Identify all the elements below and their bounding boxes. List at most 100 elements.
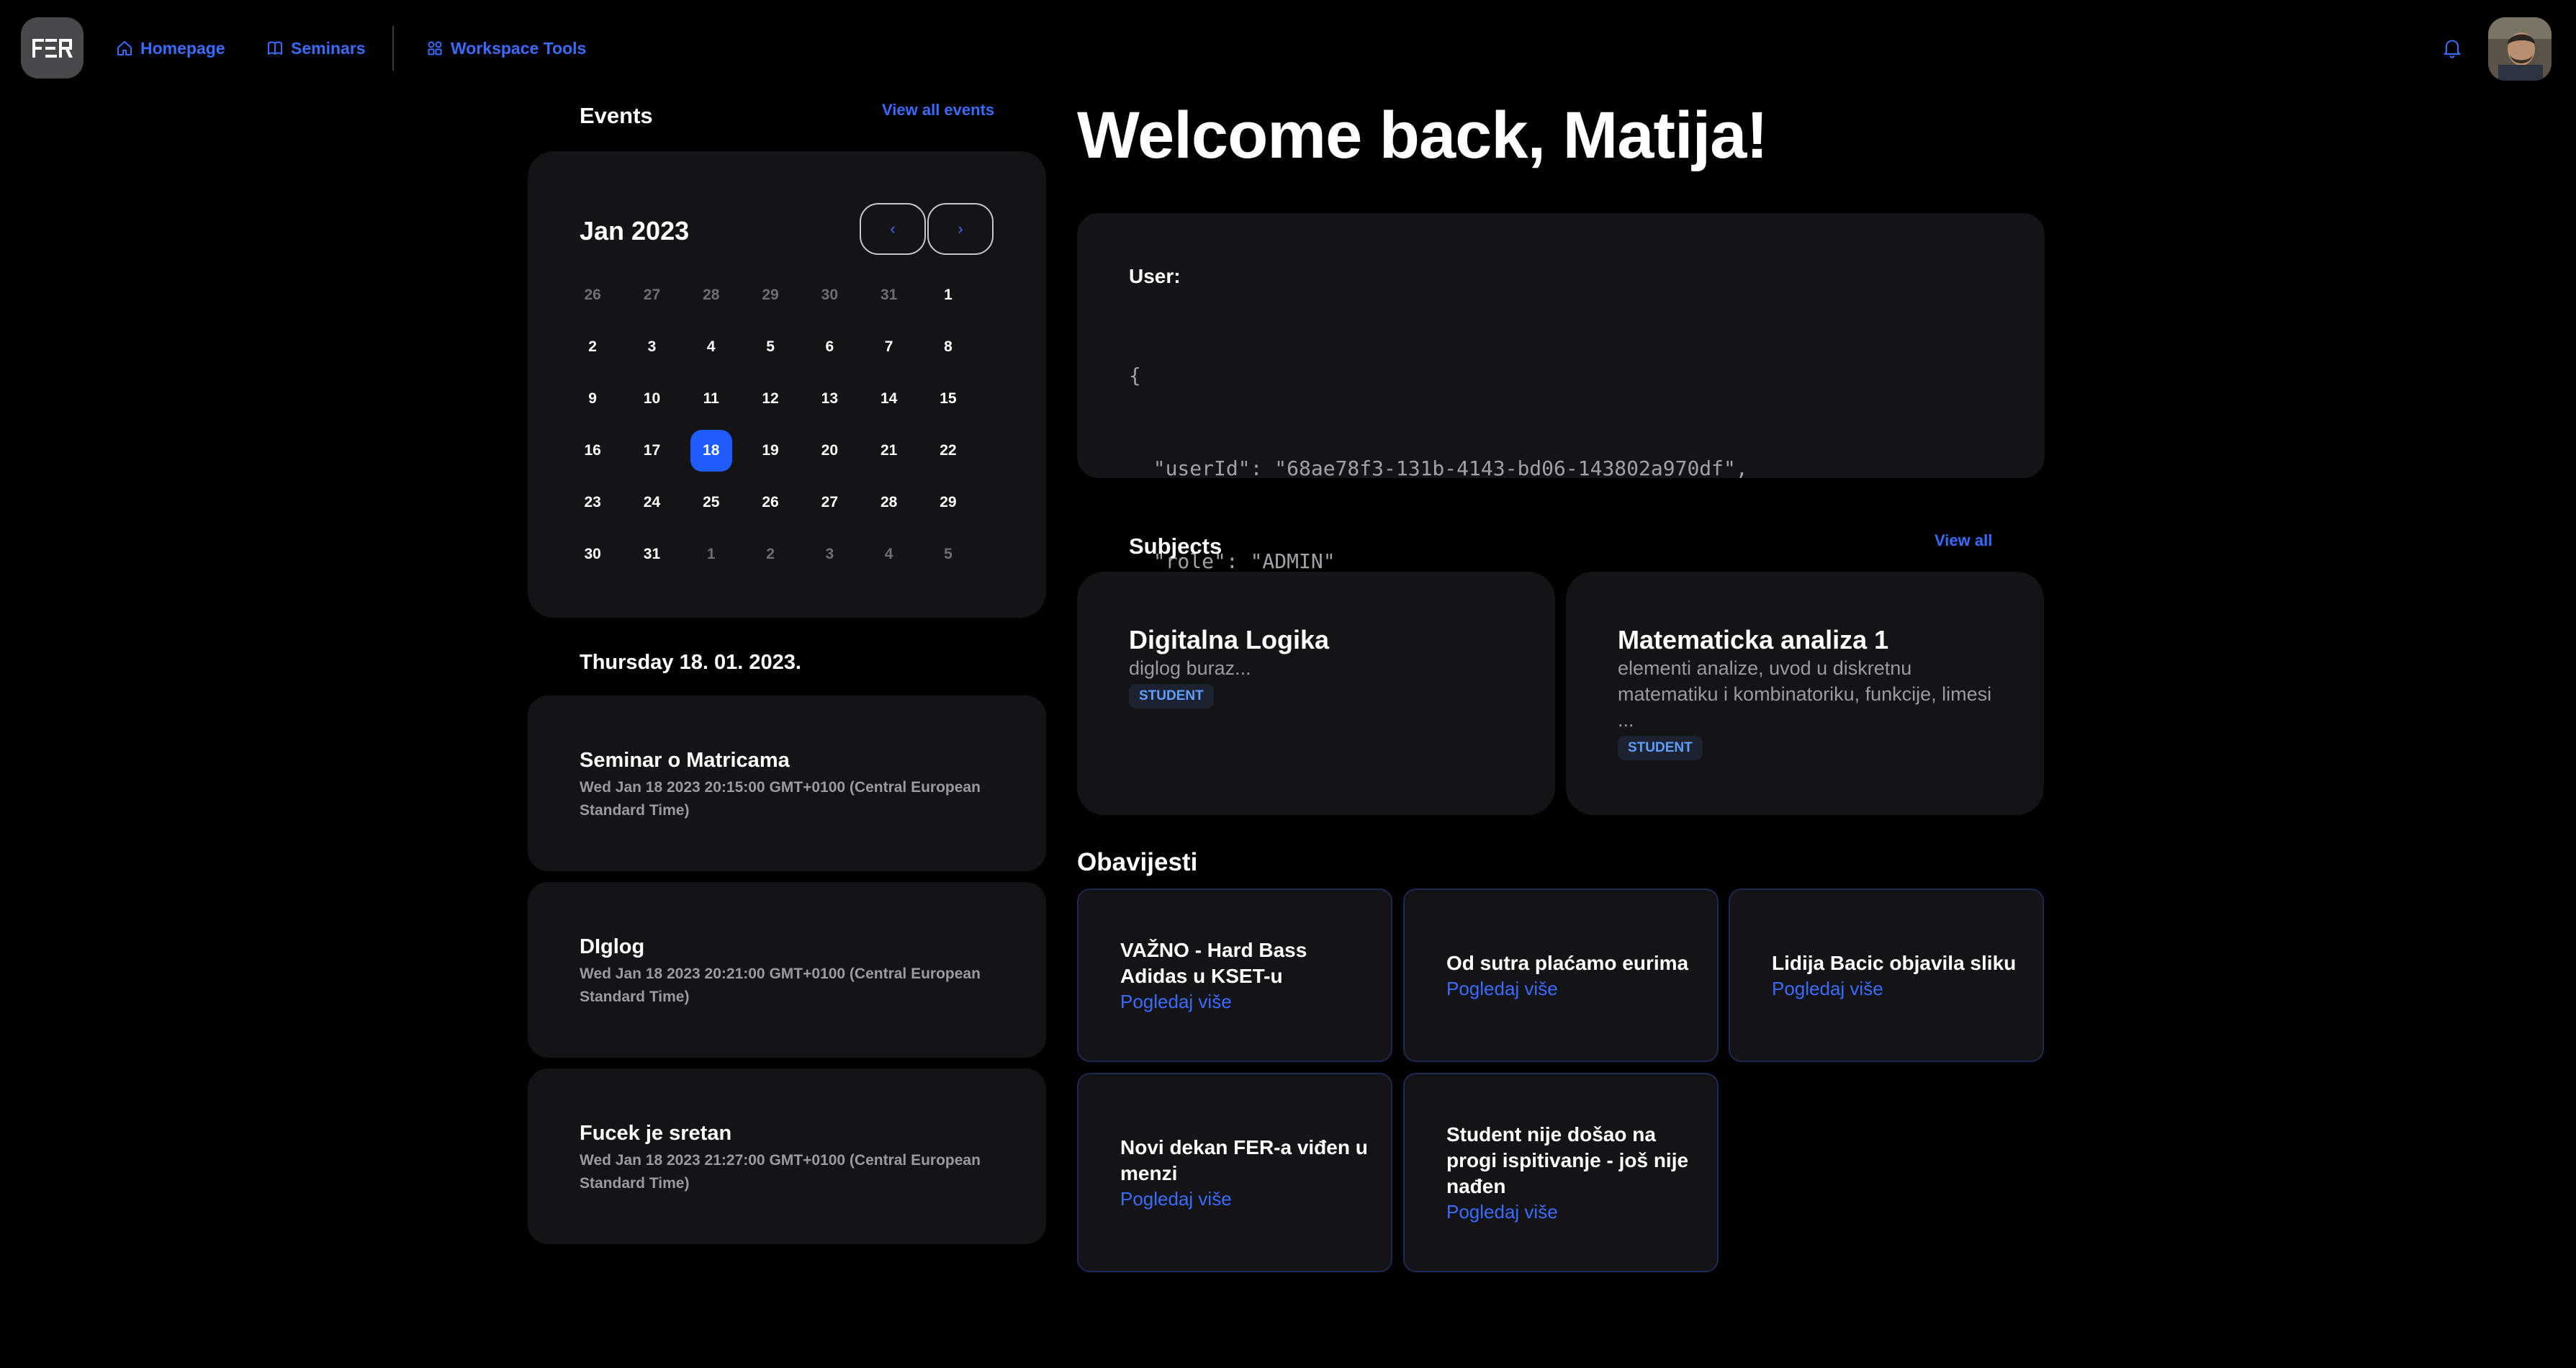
calendar-day-number: 5 [944,546,953,562]
calendar-day[interactable]: 14 [859,373,918,425]
calendar-day[interactable]: 1 [919,269,978,321]
calendar-day[interactable]: 30 [800,269,859,321]
calendar-day[interactable]: 22 [919,425,978,477]
role-badge: STUDENT [1618,736,1703,760]
calendar-day[interactable]: 28 [859,477,918,528]
user-label: User: [1129,265,1181,287]
calendar-day[interactable]: 5 [919,528,978,580]
fer-logo[interactable] [21,17,84,78]
calendar-day[interactable]: 26 [563,269,622,321]
calendar-day-selected[interactable]: 18 [682,425,741,477]
calendar-day[interactable]: 12 [741,373,800,425]
calendar-day[interactable]: 1 [682,528,741,580]
calendar-day[interactable]: 29 [741,269,800,321]
calendar-day-number: 7 [884,338,893,355]
calendar-day[interactable]: 2 [741,528,800,580]
notice-card[interactable]: Student nije došao na progi ispitivanje … [1403,1073,1719,1272]
calendar-day[interactable]: 9 [563,373,622,425]
calendar-day-number: 11 [703,390,719,407]
calendar-day[interactable]: 4 [859,528,918,580]
notice-card[interactable]: Od sutra plaćamo eurima Pogledaj više [1403,888,1719,1062]
calendar-week-row: 23 24 25 26 27 28 29 [563,477,1038,528]
nav-workspace-tools-link[interactable]: Workspace Tools [426,35,586,62]
calendar-prev-button[interactable]: ‹ [860,203,926,255]
avatar-photo [2488,17,2552,81]
calendar-day[interactable]: 5 [741,321,800,373]
calendar-day[interactable]: 27 [800,477,859,528]
calendar-day[interactable]: 19 [741,425,800,477]
bell-icon[interactable] [2442,37,2462,59]
subject-title: Digitalna Logika [1129,625,1330,654]
calendar-day[interactable]: 11 [682,373,741,425]
notice-more-link[interactable]: Pogledaj više [1120,989,1369,1014]
view-all-events-link[interactable]: View all events [882,101,994,120]
calendar-day[interactable]: 10 [622,373,681,425]
calendar-day[interactable]: 2 [563,321,622,373]
calendar-day-number: 28 [703,287,720,303]
notice-card[interactable]: Novi dekan FER-a viđen u menzi Pogledaj … [1077,1073,1392,1272]
nav-seminars-link[interactable]: Seminars [266,35,366,62]
calendar-day[interactable]: 28 [682,269,741,321]
event-time: Wed Jan 18 2023 21:27:00 GMT+0100 (Centr… [580,1152,981,1192]
calendar-day-number: 16 [584,442,601,459]
calendar-day[interactable]: 8 [919,321,978,373]
calendar-day[interactable]: 13 [800,373,859,425]
calendar-day[interactable]: 30 [563,528,622,580]
calendar-day-number: 31 [643,546,661,562]
calendar-day[interactable]: 17 [622,425,681,477]
calendar-day[interactable]: 3 [622,321,681,373]
view-all-subjects-link[interactable]: View all [1935,531,1992,550]
calendar-day[interactable]: 29 [919,477,978,528]
calendar-day[interactable]: 25 [682,477,741,528]
nav-homepage-label: Homepage [140,38,225,58]
event-card[interactable]: Seminar o Matricama Wed Jan 18 2023 20:1… [528,696,1046,871]
notice-more-link[interactable]: Pogledaj više [1446,976,1695,1001]
calendar-month-label: Jan 2023 [580,216,690,246]
notice-card[interactable]: Lidija Bacic objavila sliku Pogledaj viš… [1729,888,2044,1062]
calendar-day-number: 24 [643,494,661,510]
events-heading: Events [580,103,653,128]
event-card[interactable]: Fucek je sretan Wed Jan 18 2023 21:27:00… [528,1068,1046,1244]
calendar: Jan 2023 ‹ › 26 27 28 29 30 31 1 2 3 4 5 6 7 8 9 10 11 12… [528,151,1046,618]
user-json-line: { [1129,364,1141,387]
subject-card[interactable]: Matematicka analiza 1 elementi analize, … [1566,572,2044,815]
calendar-day[interactable]: 31 [859,269,918,321]
notice-card[interactable]: VAŽNO - Hard Bass Adidas u KSET-u Pogled… [1077,888,1392,1062]
calendar-week-row: 2 3 4 5 6 7 8 [563,321,1038,373]
chevron-left-icon: ‹ [890,220,896,238]
calendar-next-button[interactable]: › [927,203,994,255]
notice-title: VAŽNO - Hard Bass Adidas u KSET-u [1120,938,1307,987]
notice-more-link[interactable]: Pogledaj više [1120,1187,1369,1211]
calendar-day[interactable]: 20 [800,425,859,477]
calendar-day[interactable]: 23 [563,477,622,528]
calendar-day[interactable]: 16 [563,425,622,477]
calendar-day[interactable]: 24 [622,477,681,528]
calendar-day[interactable]: 6 [800,321,859,373]
calendar-day-number: 14 [880,390,898,407]
calendar-day[interactable]: 27 [622,269,681,321]
calendar-day-number: 4 [706,338,716,355]
notice-more-link[interactable]: Pogledaj više [1446,1200,1695,1224]
calendar-day-number: 26 [584,287,601,303]
grid-tools-icon [428,41,442,55]
calendar-day[interactable]: 4 [682,321,741,373]
calendar-day-number: 15 [940,390,957,407]
calendar-day[interactable]: 26 [741,477,800,528]
nav-seminars-label: Seminars [291,38,366,58]
role-badge: STUDENT [1129,684,1214,708]
subject-card[interactable]: Digitalna Logika diglog buraz... STUDENT [1077,572,1555,815]
calendar-day[interactable]: 31 [622,528,681,580]
subject-description: elementi analize, uvod u diskretnu matem… [1618,657,1992,731]
calendar-day[interactable]: 21 [859,425,918,477]
notice-more-link[interactable]: Pogledaj više [1772,976,2021,1001]
subject-description: diglog buraz... [1129,657,1251,679]
nav-homepage-link[interactable]: Homepage [116,35,225,62]
calendar-day[interactable]: 7 [859,321,918,373]
calendar-day[interactable]: 3 [800,528,859,580]
calendar-week-row: 9 10 11 12 13 14 15 [563,373,1038,425]
calendar-day-number: 22 [940,442,957,459]
notices-heading: Obavijesti [1077,848,1198,876]
user-avatar[interactable] [2488,17,2552,81]
calendar-day[interactable]: 15 [919,373,978,425]
event-card[interactable]: DIglog Wed Jan 18 2023 20:21:00 GMT+0100… [528,882,1046,1058]
